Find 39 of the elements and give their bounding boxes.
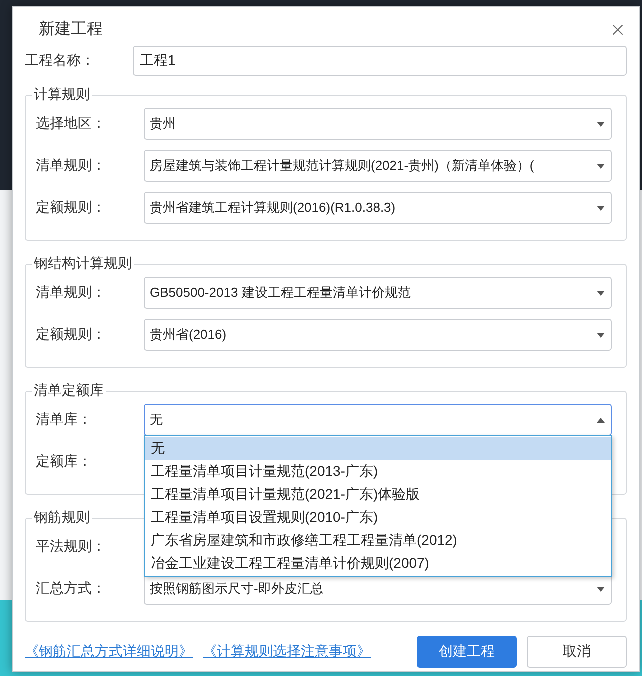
dropdown-field[interactable]: GB50500-2013 建设工程工程量清单计价规范 [144,277,612,309]
dropdown-option[interactable]: 工程量清单项目设置规则(2010-广东) [145,506,611,529]
field-label: 定额库： [36,453,93,471]
help-link[interactable]: 《计算规则选择注意事项》 [203,643,371,661]
field-label: 定额规则： [36,199,107,217]
caret-icon [597,418,605,422]
field-label: 定额规则： [36,326,107,344]
cancel-button[interactable]: 取消 [527,636,627,668]
caret-icon [597,332,605,338]
group-title: 清单定额库 [33,382,105,400]
dropdown-field[interactable]: 贵州省建筑工程计算规则(2016)(R1.0.38.3) [144,192,612,224]
caret-icon [597,586,605,592]
caret-icon [597,290,605,296]
dropdown-field[interactable]: 房屋建筑与装饰工程计量规范计算规则(2021-贵州)（新清单体验）( [144,150,612,182]
field-label: 汇总方式： [36,580,107,598]
create-button[interactable]: 创建工程 [417,636,517,668]
window-title: 新建工程 [39,20,103,40]
caret-icon [597,164,605,168]
group-title: 钢筋规则 [33,509,91,527]
group-title: 钢结构计算规则 [33,255,133,273]
dropdown-option[interactable]: 冶金工业建设工程工程量清单计价规则(2007) [145,552,611,575]
dropdown-field[interactable]: 无 [144,404,612,436]
input-field[interactable]: 工程1 [133,46,627,76]
dropdown-option[interactable]: 工程量清单项目计量规范(2021-广东)体验版 [145,483,611,506]
field-label: 清单规则： [36,157,107,175]
field-label: 工程名称： [25,52,96,70]
field-label: 清单规则： [36,284,107,302]
field-label: 选择地区： [36,115,107,133]
field-label: 平法规则： [36,538,107,556]
dropdown-field[interactable]: 贵州 [144,108,612,140]
group-title: 计算规则 [33,86,91,104]
dropdown-option[interactable]: 广东省房屋建筑和市政修缮工程工程量清单(2012) [145,529,611,552]
dropdown-option[interactable]: 工程量清单项目计量规范(2013-广东) [145,460,611,483]
field-label: 清单库： [36,411,93,429]
caret-icon [597,122,605,126]
help-link[interactable]: 《钢筋汇总方式详细说明》 [25,643,193,661]
caret-icon [597,206,605,210]
dropdown-option[interactable]: 无 [145,437,611,460]
dropdown-field[interactable]: 贵州省(2016) [144,319,612,351]
